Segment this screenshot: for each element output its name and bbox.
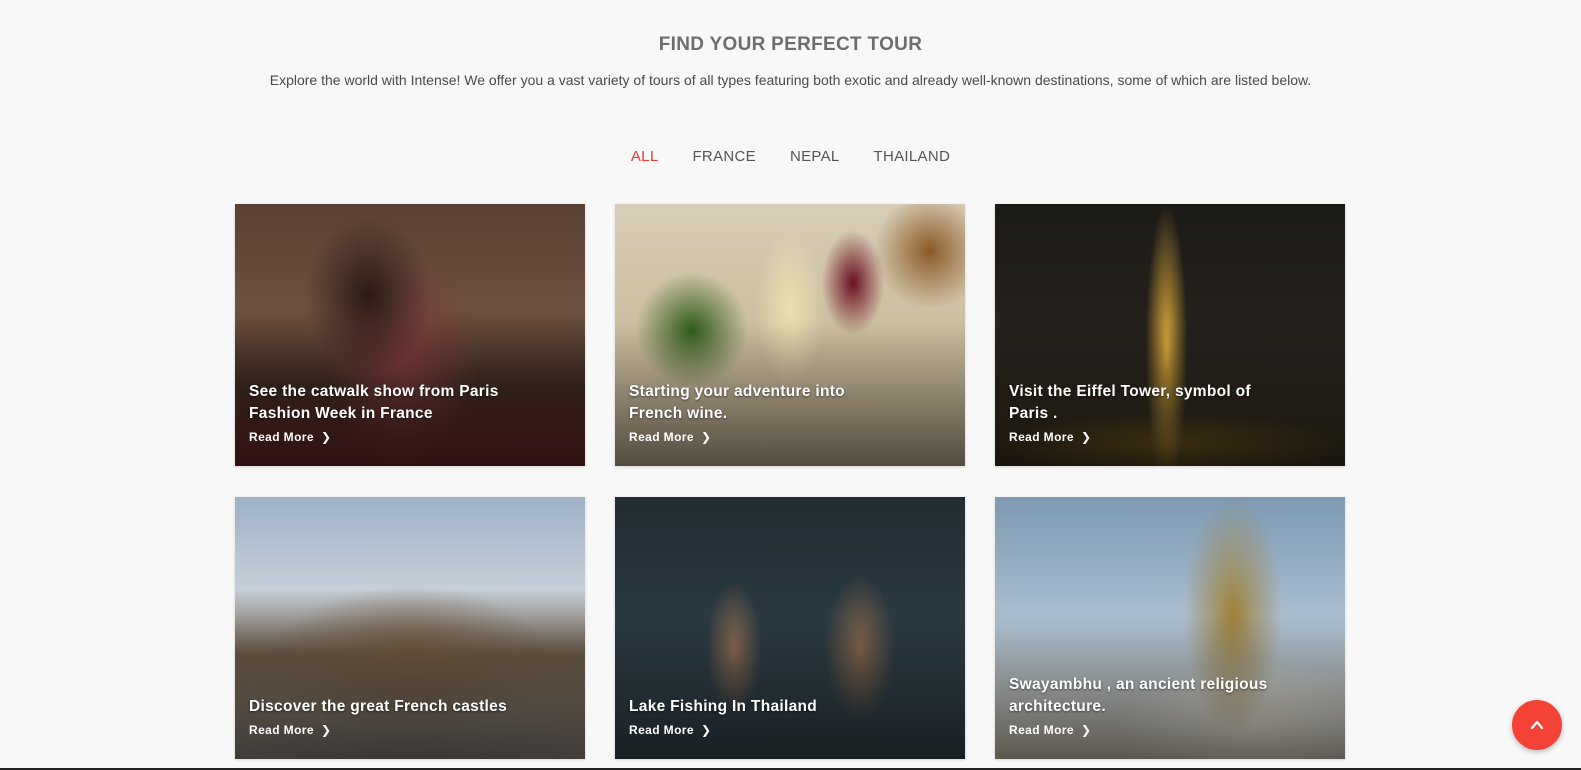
filter-all[interactable]: ALL <box>631 148 659 165</box>
section-intro: Explore the world with Intense! We offer… <box>269 72 1312 88</box>
tour-grid: See the catwalk show from Paris Fashion … <box>235 204 1345 759</box>
chevron-right-icon: ❯ <box>700 723 712 737</box>
tour-card-fashion[interactable]: See the catwalk show from Paris Fashion … <box>235 204 585 466</box>
tour-card-castles[interactable]: Discover the great French castles Read M… <box>235 497 585 759</box>
filter-france[interactable]: FRANCE <box>692 148 755 165</box>
tour-card-title: See the catwalk show from Paris Fashion … <box>249 383 499 422</box>
chevron-right-icon: ❯ <box>700 430 712 444</box>
tour-card-title: Lake Fishing In Thailand <box>629 698 818 715</box>
chevron-right-icon: ❯ <box>320 723 332 737</box>
section-title: FIND YOUR PERFECT TOUR <box>658 34 923 55</box>
read-more-link[interactable]: Read More ❯ <box>249 723 331 737</box>
read-more-link[interactable]: Read More ❯ <box>1009 723 1091 737</box>
chevron-right-icon: ❯ <box>1080 430 1092 444</box>
back-to-top-button[interactable] <box>1512 700 1562 750</box>
chevron-right-icon: ❯ <box>320 430 332 444</box>
read-more-link[interactable]: Read More ❯ <box>629 430 711 444</box>
read-more-link[interactable]: Read More ❯ <box>629 723 711 737</box>
read-more-label: Read More <box>1009 723 1074 737</box>
read-more-label: Read More <box>249 723 314 737</box>
read-more-label: Read More <box>1009 430 1074 444</box>
chevron-up-icon <box>1530 720 1544 730</box>
read-more-link[interactable]: Read More ❯ <box>249 430 331 444</box>
tour-filter-bar: ALL FRANCE NEPAL THAILAND <box>0 148 1581 165</box>
read-more-link[interactable]: Read More ❯ <box>1009 430 1091 444</box>
tour-card-swayambhu[interactable]: Swayambhu , an ancient religious archite… <box>995 497 1345 759</box>
tour-card-title: Visit the Eiffel Tower, symbol of Paris … <box>1009 383 1251 422</box>
read-more-label: Read More <box>249 430 314 444</box>
tour-card-title: Starting your adventure into French wine… <box>629 383 845 422</box>
tour-card-wine[interactable]: Starting your adventure into French wine… <box>615 204 965 466</box>
filter-thailand[interactable]: THAILAND <box>874 148 951 165</box>
filter-nepal[interactable]: NEPAL <box>790 148 840 165</box>
read-more-label: Read More <box>629 723 694 737</box>
tour-card-title: Swayambhu , an ancient religious archite… <box>1009 676 1268 715</box>
tour-card-eiffel[interactable]: Visit the Eiffel Tower, symbol of Paris … <box>995 204 1345 466</box>
tour-card-title: Discover the great French castles <box>249 698 508 715</box>
chevron-right-icon: ❯ <box>1080 723 1092 737</box>
tour-card-fishing[interactable]: Lake Fishing In Thailand Read More ❯ <box>615 497 965 759</box>
read-more-label: Read More <box>629 430 694 444</box>
